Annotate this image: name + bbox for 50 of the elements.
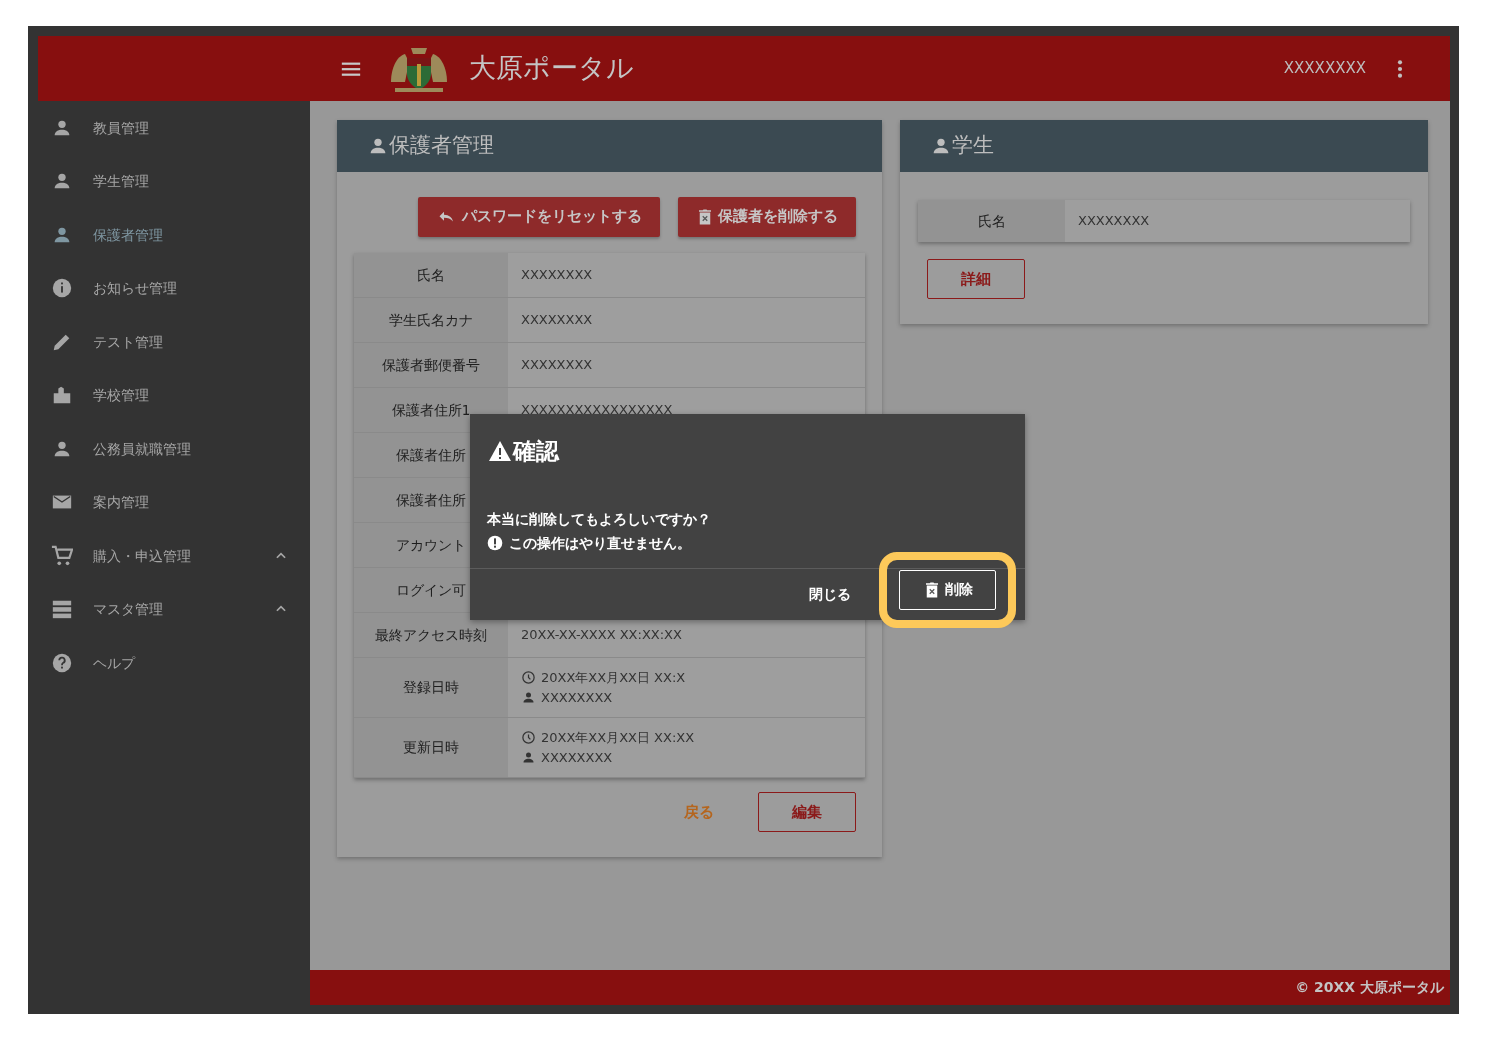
warning-text: この操作はやり直せません。 <box>509 533 691 553</box>
table-value: XXXXXXXXXXXXXXXXX <box>521 401 674 420</box>
table-value: 20XX-XX-XXXX XX:XX:XX <box>521 626 683 645</box>
table-label: 最終アクセス時刻 <box>354 613 508 657</box>
sidebar-item[interactable]: マスタ管理 <box>38 582 310 636</box>
table-value: XXXXXXXX <box>521 266 594 285</box>
sidebar-item[interactable]: 学生管理 <box>38 154 310 208</box>
delete-button[interactable]: 保護者を削除する <box>678 197 856 237</box>
trash-icon <box>696 207 714 227</box>
reset-password-button[interactable]: パスワードをリセットする <box>418 197 660 237</box>
table-label: 学生氏名カナ <box>354 298 508 342</box>
card-title: 学生 <box>952 132 994 160</box>
sidebar-item[interactable]: 保護者管理 <box>38 208 310 262</box>
sidebar-item[interactable]: テスト管理 <box>38 315 310 369</box>
details-button[interactable]: 詳細 <box>927 259 1025 299</box>
sidebar-item[interactable]: 学校管理 <box>38 368 310 422</box>
timestamp: 20XX年XX月XX日 XX:X <box>541 669 686 687</box>
clock-icon <box>521 670 536 686</box>
list-icon <box>51 598 73 621</box>
edit-button[interactable]: 編集 <box>758 792 856 832</box>
user-name: XXXXXXXX <box>541 688 613 707</box>
table-value: XXXXXXXX <box>521 311 594 330</box>
clock-icon <box>521 730 536 746</box>
dialog-title: 確認 <box>513 437 559 466</box>
warning-icon <box>487 439 513 464</box>
help-icon <box>51 651 73 674</box>
sidebar-item[interactable]: 教員管理 <box>38 101 310 155</box>
table-label: 更新日時 <box>354 718 508 777</box>
copyright: © 20XX 大原ポータル <box>310 970 1450 1005</box>
timestamp: 20XX年XX月XX日 XX:XX <box>541 729 695 747</box>
sidebar-item[interactable]: 公務員就職管理 <box>38 422 310 476</box>
table-label: 保護者郵便番号 <box>354 343 508 387</box>
user-name: XXXXXXXX <box>541 748 613 767</box>
cart-icon <box>51 544 73 567</box>
sidebar-item[interactable]: お知らせ管理 <box>38 261 310 315</box>
table-value: XXXXXXXX <box>521 356 594 375</box>
info-icon <box>51 277 73 300</box>
sidebar-item[interactable]: ヘルプ <box>38 636 310 690</box>
card-title: 保護者管理 <box>389 132 494 160</box>
delete-button[interactable]: 削除 <box>899 569 996 610</box>
table-label: 登録日時 <box>354 658 508 717</box>
table-label: 氏名 <box>354 253 508 297</box>
sidebar-item[interactable]: 案内管理 <box>38 475 310 529</box>
app-title: 大原ポータル <box>469 51 634 86</box>
table-label: 氏名 <box>918 200 1065 242</box>
alert-icon <box>487 534 503 551</box>
user-name[interactable]: XXXXXXXX <box>1283 57 1366 80</box>
close-button[interactable]: 閉じる <box>803 583 857 606</box>
table-value: XXXXXXXX <box>1078 212 1151 231</box>
sidebar-item[interactable]: 購入・申込管理 <box>38 529 310 583</box>
